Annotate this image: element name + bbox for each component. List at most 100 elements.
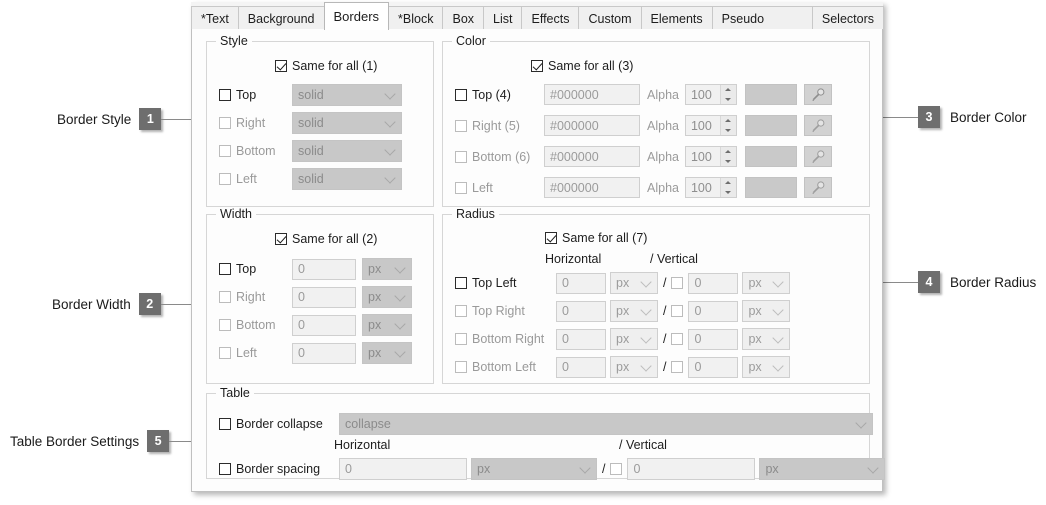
radius-bottom-right-checkbox[interactable] [455, 333, 467, 345]
radius-bottom-right-v-input[interactable]: 0 [688, 328, 739, 350]
radius-top-left-checkbox[interactable] [455, 277, 467, 289]
radius-top-right-h-unit-select[interactable]: px [610, 300, 658, 322]
color-right-checkbox[interactable] [455, 119, 467, 132]
border-spacing-v-input[interactable]: 0 [627, 458, 756, 480]
color-top-alpha-stepper[interactable]: 100 [684, 84, 737, 105]
color-top-swatch[interactable] [744, 84, 797, 105]
radius-horizontal-header: Horizontal [545, 252, 602, 266]
border-collapse-checkbox[interactable] [219, 418, 231, 430]
radius-top-right-v-checkbox[interactable] [671, 305, 684, 317]
radius-bottom-left-v-checkbox[interactable] [671, 361, 684, 373]
stepper-down-icon[interactable] [721, 157, 736, 167]
tab-borders[interactable]: Borders [323, 2, 390, 30]
width-right-checkbox[interactable] [219, 291, 231, 303]
radius-bottom-left-v-input[interactable]: 0 [688, 356, 739, 378]
style-right-select[interactable]: solid [292, 112, 402, 134]
width-same-for-all-checkbox[interactable] [275, 233, 287, 245]
width-bottom-unit-select[interactable]: px [362, 314, 412, 336]
width-right-unit-select[interactable]: px [362, 286, 412, 308]
color-top-hex-input[interactable]: #000000 [544, 84, 640, 105]
border-spacing-h-input[interactable]: 0 [339, 458, 467, 480]
radius-top-right-checkbox[interactable] [455, 305, 467, 317]
border-collapse-select[interactable]: collapse [339, 413, 873, 435]
radius-bottom-left-checkbox[interactable] [455, 361, 467, 373]
color-right-hex-input[interactable]: #000000 [544, 115, 640, 136]
border-spacing-v-unit-select[interactable]: px [759, 458, 886, 480]
style-bottom-checkbox[interactable] [219, 145, 231, 157]
color-left-hex-input[interactable]: #000000 [544, 177, 640, 198]
color-bottom-alpha-stepper[interactable]: 100 [684, 146, 737, 167]
radius-top-left-v-unit-select[interactable]: px [742, 272, 791, 294]
radius-bottom-right-v-unit-select[interactable]: px [742, 328, 791, 350]
color-left-checkbox[interactable] [455, 181, 467, 194]
border-spacing-v-checkbox[interactable] [610, 463, 623, 475]
radius-bottom-right-v-checkbox[interactable] [671, 333, 684, 345]
stepper-up-icon[interactable] [721, 147, 736, 157]
style-top-checkbox[interactable] [219, 89, 231, 101]
color-left-swatch[interactable] [744, 177, 797, 198]
color-bottom-hex-input[interactable]: #000000 [544, 146, 640, 167]
width-top-checkbox[interactable] [219, 263, 231, 275]
color-left-eyedropper-button[interactable] [803, 177, 832, 198]
stepper-down-icon[interactable] [721, 188, 736, 198]
border-spacing-h-unit-select[interactable]: px [471, 458, 597, 480]
radius-bottom-left-v-unit-select[interactable]: px [742, 356, 791, 378]
color-same-for-all-checkbox[interactable] [531, 60, 543, 72]
style-left-select[interactable]: solid [292, 168, 402, 190]
color-top-checkbox[interactable] [455, 88, 467, 101]
width-left-checkbox[interactable] [219, 347, 231, 359]
radius-top-left-v-checkbox[interactable] [671, 277, 684, 289]
color-left-alpha-stepper[interactable]: 100 [684, 177, 737, 198]
radius-top-left-h-unit-select[interactable]: px [610, 272, 658, 294]
color-right-alpha-stepper[interactable]: 100 [684, 115, 737, 136]
tab-background[interactable]: Background [237, 6, 325, 30]
tab-list[interactable]: List [483, 6, 523, 30]
color-right-eyedropper-button[interactable] [803, 115, 832, 136]
style-left-checkbox[interactable] [219, 173, 231, 185]
tab-box[interactable]: Box [442, 6, 485, 30]
radius-bottom-left-h-input[interactable]: 0 [556, 356, 606, 378]
stepper-buttons[interactable] [719, 178, 736, 198]
color-right-swatch[interactable] [744, 115, 797, 136]
stepper-down-icon[interactable] [721, 95, 736, 105]
color-bottom-swatch[interactable] [744, 146, 797, 167]
stepper-down-icon[interactable] [721, 126, 736, 136]
width-bottom-checkbox[interactable] [219, 319, 231, 331]
stepper-buttons[interactable] [719, 116, 736, 136]
tab-custom[interactable]: Custom [578, 6, 642, 30]
radius-top-right-v-unit-select[interactable]: px [742, 300, 791, 322]
width-left-unit-select[interactable]: px [362, 342, 412, 364]
width-right-input[interactable]: 0 [292, 286, 356, 308]
radius-bottom-left-h-unit-select[interactable]: px [610, 356, 658, 378]
style-bottom-select[interactable]: solid [292, 140, 402, 162]
style-same-for-all-checkbox[interactable] [275, 60, 287, 72]
tab-elements[interactable]: Elements [640, 6, 713, 30]
radius-bottom-right-h-unit-select[interactable]: px [610, 328, 658, 350]
style-top-select[interactable]: solid [292, 84, 402, 106]
stepper-buttons[interactable] [719, 85, 736, 105]
stepper-up-icon[interactable] [721, 116, 736, 126]
radius-top-left-v-input[interactable]: 0 [688, 272, 739, 294]
radius-top-right-v-input[interactable]: 0 [688, 300, 739, 322]
color-top-eyedropper-button[interactable] [803, 84, 832, 105]
radius-top-left-h-input[interactable]: 0 [556, 272, 606, 294]
width-left-input[interactable]: 0 [292, 342, 356, 364]
stepper-up-icon[interactable] [721, 178, 736, 188]
tab-block[interactable]: *Block [388, 6, 444, 30]
style-right-checkbox[interactable] [219, 117, 231, 129]
color-bottom-checkbox[interactable] [455, 150, 467, 163]
tab-effects[interactable]: Effects [521, 6, 580, 30]
stepper-up-icon[interactable] [721, 85, 736, 95]
tab-pseudo-class-element[interactable]: Pseudo Class/Element [711, 6, 813, 50]
stepper-buttons[interactable] [719, 147, 736, 167]
radius-bottom-right-h-input[interactable]: 0 [556, 328, 606, 350]
border-spacing-checkbox[interactable] [219, 463, 231, 475]
width-top-input[interactable]: 0 [292, 258, 356, 280]
width-bottom-input[interactable]: 0 [292, 314, 356, 336]
tab-selectors[interactable]: Selectors [811, 6, 884, 30]
radius-same-for-all-checkbox[interactable] [545, 232, 557, 244]
radius-top-right-h-input[interactable]: 0 [556, 300, 606, 322]
color-bottom-eyedropper-button[interactable] [803, 146, 832, 167]
width-top-unit-select[interactable]: px [362, 258, 412, 280]
tab-text[interactable]: *Text [191, 6, 239, 30]
